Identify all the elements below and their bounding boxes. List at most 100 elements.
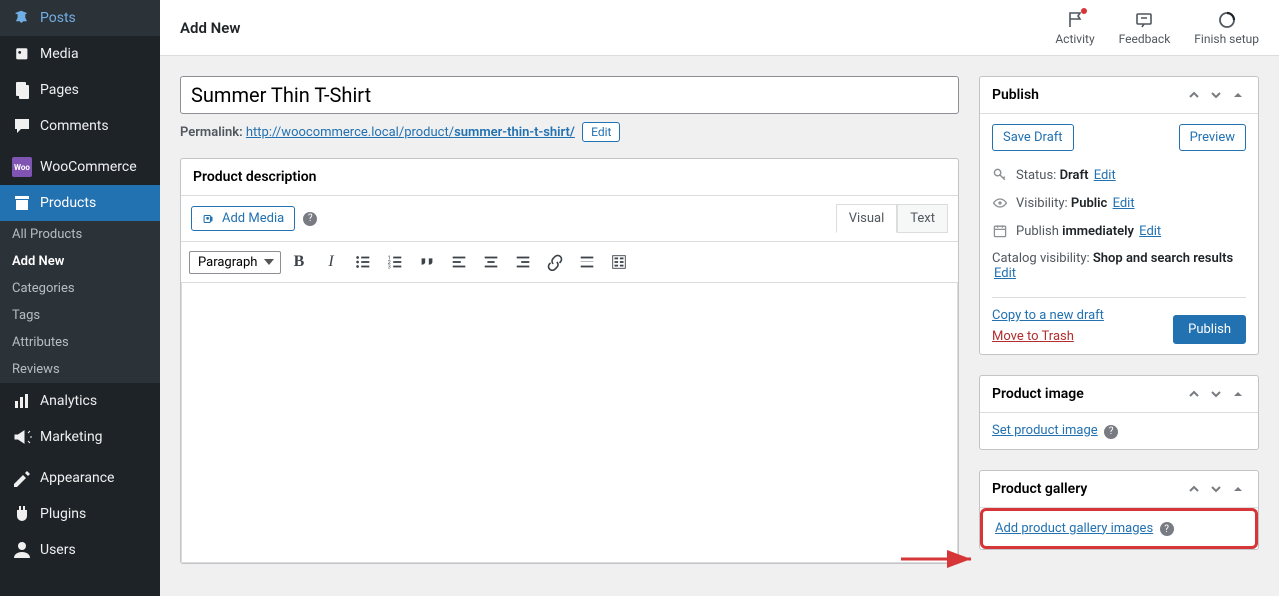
panel-title: Product description bbox=[193, 169, 316, 185]
flag-icon bbox=[1065, 10, 1085, 30]
menu-label: WooCommerce bbox=[40, 159, 137, 175]
menu-label: Products bbox=[40, 195, 96, 211]
panel-header: Publish bbox=[980, 77, 1258, 114]
topbar-feedback[interactable]: Feedback bbox=[1119, 10, 1171, 46]
menu-label: Plugins bbox=[40, 506, 86, 522]
eye-icon bbox=[992, 195, 1008, 211]
caret-up-icon[interactable] bbox=[1230, 386, 1246, 402]
readmore-button[interactable] bbox=[573, 248, 601, 276]
help-icon[interactable]: ? bbox=[303, 212, 317, 226]
set-product-image-link[interactable]: Set product image bbox=[992, 423, 1098, 438]
schedule-edit-link[interactable]: Edit bbox=[1139, 224, 1161, 239]
align-center-button[interactable] bbox=[477, 248, 505, 276]
menu-label: Users bbox=[40, 542, 76, 558]
link-button[interactable] bbox=[541, 248, 569, 276]
analytics-icon bbox=[12, 391, 32, 411]
panel-title: Product gallery bbox=[992, 481, 1087, 497]
menu-label: Marketing bbox=[40, 429, 103, 445]
bullet-list-button[interactable] bbox=[349, 248, 377, 276]
caret-up-icon[interactable] bbox=[1230, 87, 1246, 103]
key-icon bbox=[992, 167, 1008, 183]
publish-panel: Publish Save Draft Preview Status: Draf bbox=[979, 76, 1259, 355]
toolbar-toggle-button[interactable] bbox=[605, 248, 633, 276]
visibility-edit-link[interactable]: Edit bbox=[1113, 196, 1135, 211]
submenu-all-products[interactable]: All Products bbox=[0, 221, 160, 248]
paragraph-select[interactable]: Paragraph bbox=[189, 251, 281, 274]
permalink-row: Permalink: http://woocommerce.local/prod… bbox=[180, 122, 959, 142]
preview-button[interactable]: Preview bbox=[1179, 124, 1246, 151]
permalink-link[interactable]: http://woocommerce.local/product/summer-… bbox=[246, 125, 575, 140]
menu-users[interactable]: Users bbox=[0, 532, 160, 568]
menu-media[interactable]: Media bbox=[0, 36, 160, 72]
status-edit-link[interactable]: Edit bbox=[1094, 168, 1116, 183]
media-icon bbox=[202, 212, 216, 226]
users-icon bbox=[12, 540, 32, 560]
menu-woocommerce[interactable]: Woo WooCommerce bbox=[0, 149, 160, 185]
menu-posts[interactable]: Posts bbox=[0, 0, 160, 36]
permalink-edit-button[interactable]: Edit bbox=[582, 122, 620, 142]
submenu-add-new[interactable]: Add New bbox=[0, 248, 160, 275]
help-icon[interactable]: ? bbox=[1104, 425, 1118, 439]
product-title-input[interactable] bbox=[180, 76, 959, 114]
publish-button[interactable]: Publish bbox=[1173, 315, 1246, 344]
main-content: Add New Activity Feedback Finish setup bbox=[160, 0, 1279, 596]
menu-appearance[interactable]: Appearance bbox=[0, 460, 160, 496]
save-draft-button[interactable]: Save Draft bbox=[992, 124, 1074, 151]
panel-header: Product gallery bbox=[980, 471, 1258, 508]
menu-products[interactable]: Products bbox=[0, 185, 160, 221]
menu-comments[interactable]: Comments bbox=[0, 108, 160, 144]
catalog-edit-link[interactable]: Edit bbox=[994, 266, 1016, 281]
submenu-attributes[interactable]: Attributes bbox=[0, 329, 160, 356]
feedback-icon bbox=[1134, 10, 1154, 30]
menu-analytics[interactable]: Analytics bbox=[0, 383, 160, 419]
menu-label: Posts bbox=[40, 10, 76, 26]
chevron-up-icon[interactable] bbox=[1186, 386, 1202, 402]
menu-label: Pages bbox=[40, 82, 79, 98]
products-icon bbox=[12, 193, 32, 213]
chevron-down-icon[interactable] bbox=[1208, 481, 1224, 497]
submenu-reviews[interactable]: Reviews bbox=[0, 356, 160, 383]
topbar-finish-setup[interactable]: Finish setup bbox=[1194, 10, 1259, 46]
editor-toolbar: Add Media ? Visual Text bbox=[181, 196, 958, 242]
move-trash-link[interactable]: Move to Trash bbox=[992, 329, 1104, 344]
media-icon bbox=[12, 44, 32, 64]
caret-up-icon[interactable] bbox=[1230, 481, 1246, 497]
copy-draft-link[interactable]: Copy to a new draft bbox=[992, 308, 1104, 323]
menu-marketing[interactable]: Marketing bbox=[0, 419, 160, 455]
menu-label: Media bbox=[40, 46, 79, 62]
progress-icon bbox=[1217, 10, 1237, 30]
marketing-icon bbox=[12, 427, 32, 447]
italic-button[interactable]: I bbox=[317, 248, 345, 276]
chevron-down-icon[interactable] bbox=[1208, 87, 1224, 103]
panel-header: Product image bbox=[980, 376, 1258, 413]
pages-icon bbox=[12, 80, 32, 100]
chevron-down-icon[interactable] bbox=[1208, 386, 1224, 402]
panel-title: Publish bbox=[992, 87, 1039, 103]
editor-textarea[interactable] bbox=[181, 283, 958, 563]
tab-text[interactable]: Text bbox=[897, 204, 948, 233]
numbered-list-button[interactable]: 123 bbox=[381, 248, 409, 276]
add-gallery-images-link[interactable]: Add product gallery images bbox=[995, 521, 1153, 536]
topbar-activity[interactable]: Activity bbox=[1055, 10, 1094, 46]
chevron-up-icon[interactable] bbox=[1186, 481, 1202, 497]
topbar-label: Finish setup bbox=[1194, 32, 1259, 46]
woocommerce-icon: Woo bbox=[12, 157, 32, 177]
comments-icon bbox=[12, 116, 32, 136]
submenu-tags[interactable]: Tags bbox=[0, 302, 160, 329]
add-media-button[interactable]: Add Media bbox=[191, 206, 295, 231]
submenu-categories[interactable]: Categories bbox=[0, 275, 160, 302]
pushpin-icon bbox=[12, 8, 32, 28]
tab-visual[interactable]: Visual bbox=[836, 204, 898, 233]
bold-button[interactable]: B bbox=[285, 248, 313, 276]
blockquote-button[interactable] bbox=[413, 248, 441, 276]
chevron-up-icon[interactable] bbox=[1186, 87, 1202, 103]
align-left-button[interactable] bbox=[445, 248, 473, 276]
align-right-button[interactable] bbox=[509, 248, 537, 276]
help-icon[interactable]: ? bbox=[1160, 522, 1174, 536]
svg-text:3: 3 bbox=[388, 264, 391, 270]
calendar-icon bbox=[992, 223, 1008, 239]
menu-label: Comments bbox=[40, 118, 109, 134]
menu-pages[interactable]: Pages bbox=[0, 72, 160, 108]
menu-plugins[interactable]: Plugins bbox=[0, 496, 160, 532]
topbar: Add New Activity Feedback Finish setup bbox=[160, 0, 1279, 56]
